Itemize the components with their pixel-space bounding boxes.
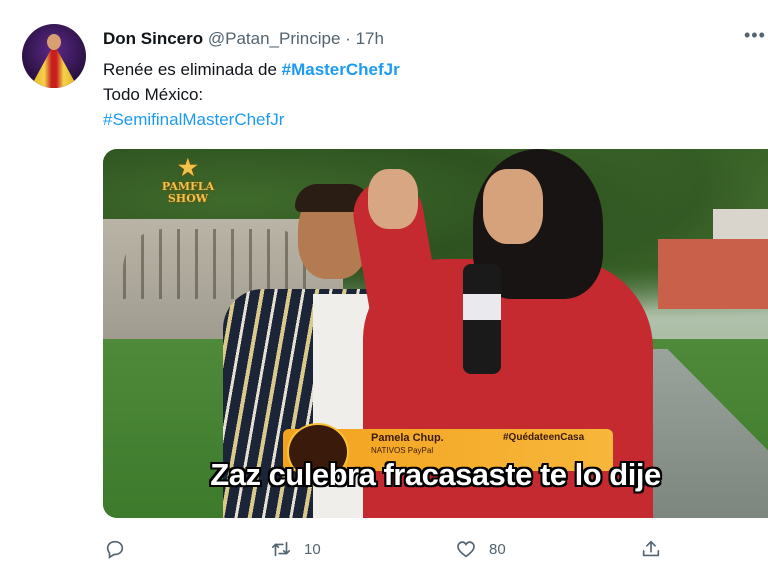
reply-icon [106,540,124,559]
retweet-button[interactable]: 10 [270,535,321,563]
woman-face [483,169,543,244]
media-house [658,239,768,309]
woman-hand [368,169,418,229]
tweet-text: Renée es eliminada de #MasterChefJr Todo… [103,57,400,132]
reply-button[interactable] [104,535,126,563]
microphone [463,264,501,374]
microphone-flag [463,294,501,320]
heart-icon [457,541,475,558]
share-icon [642,540,660,557]
lower-third-sub: NATIVOS PayPal [371,446,434,455]
tweet-line-1-text: Renée es eliminada de [103,60,282,79]
lower-third-name: Pamela Chup. [371,432,444,444]
avatar[interactable] [22,24,86,88]
avatar-head [47,34,61,50]
tweet-actions: 10 80 [0,535,768,565]
avatar-cape [30,44,78,88]
share-button[interactable] [640,535,662,563]
tweet-line-2: Todo México: [103,85,204,104]
like-button[interactable]: 80 [455,535,506,563]
author-name[interactable]: Don Sincero [103,29,203,48]
retweet-count: 10 [304,540,321,558]
tweet-media-image[interactable]: ★ PAMFLA SHOW Pamela Chup. NATIVOS PayPa… [103,149,768,518]
lower-third-hashtag: #QuédateenCasa [503,432,585,443]
tweet[interactable]: Don Sincero @Patan_Principe · 17h ••• Re… [0,0,768,569]
retweet-icon [271,541,291,557]
separator-dot: · [345,29,351,48]
hashtag-masterchefjr[interactable]: #MasterChefJr [282,60,400,79]
tweet-header: Don Sincero @Patan_Principe · 17h [103,29,384,49]
author-handle[interactable]: @Patan_Principe [208,29,341,48]
hashtag-semifinal[interactable]: #SemifinalMasterChefJr [103,107,400,132]
star-icon: ★ [178,155,198,181]
like-count: 80 [489,540,506,558]
tweet-line-1: Renée es eliminada de #MasterChefJr [103,57,400,82]
timestamp[interactable]: 17h [356,29,384,48]
show-logo-text: PAMFLA SHOW [161,180,215,205]
show-logo: ★ PAMFLA SHOW [153,155,223,225]
more-horizontal-icon[interactable]: ••• [744,26,766,44]
meme-caption: Zaz culebra fracasaste te lo dije [210,457,661,492]
